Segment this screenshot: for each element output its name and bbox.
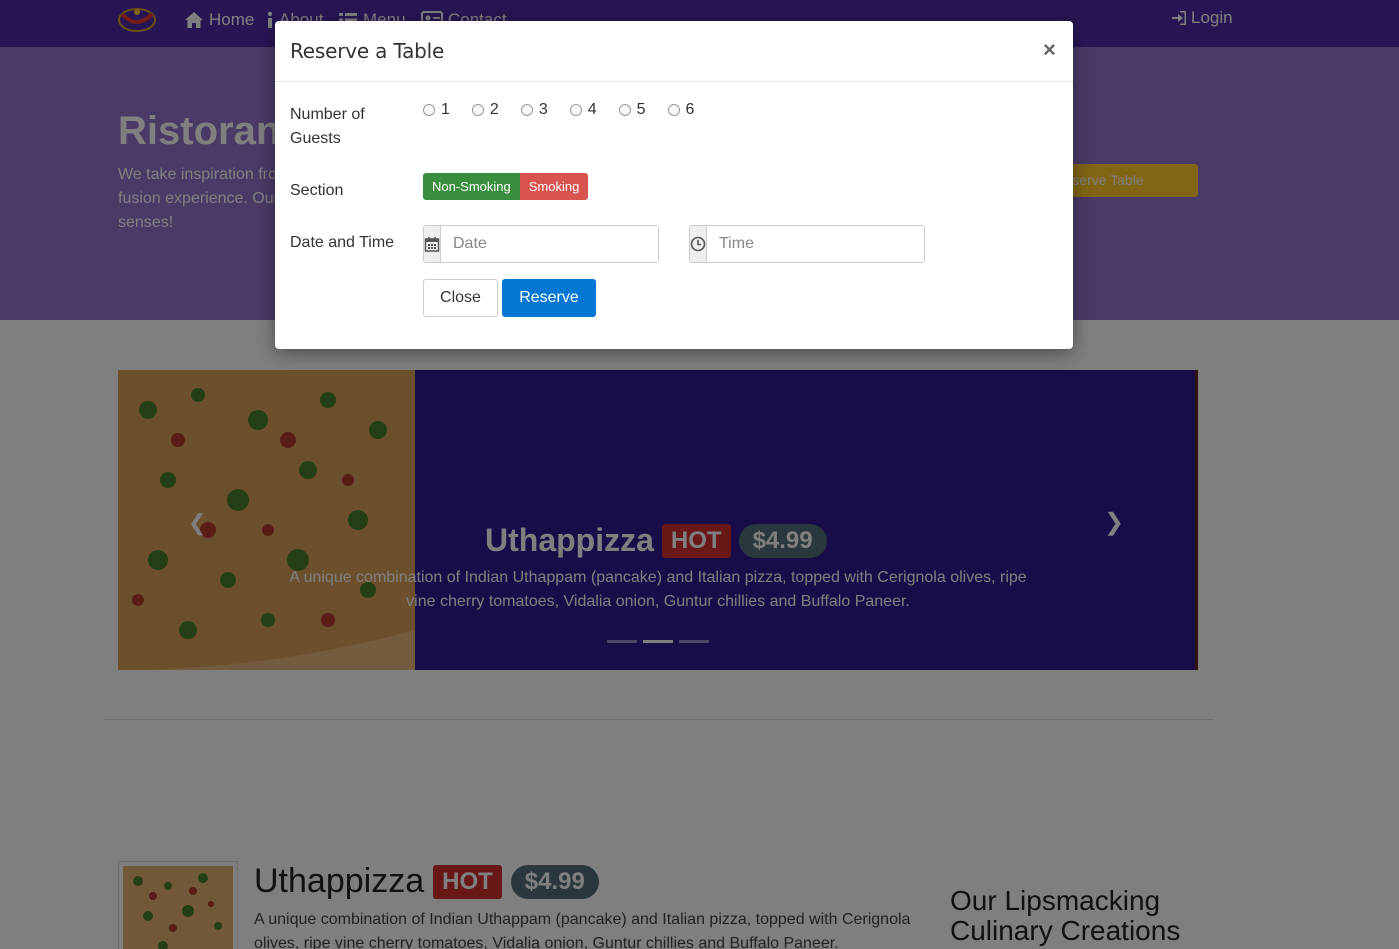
datetime-label: Date and Time [290, 234, 395, 251]
radio-circle[interactable] [423, 104, 435, 116]
close-button[interactable]: Close [423, 279, 498, 317]
close-icon[interactable]: × [1043, 37, 1056, 63]
radio-circle[interactable] [471, 104, 484, 116]
guest-option-label: 3 [538, 101, 548, 118]
radio-circle[interactable] [667, 104, 680, 116]
guest-radio-2[interactable]: 2 [471, 101, 499, 119]
guest-radio-3[interactable]: 3 [520, 101, 548, 119]
radio-circle[interactable] [618, 104, 631, 116]
time-input-group [689, 225, 925, 263]
guest-option-label: 5 [636, 101, 646, 118]
smoking-button[interactable]: Smoking [519, 173, 589, 200]
modal-title: Reserve a Table [290, 39, 445, 63]
non-smoking-button[interactable]: Non-Smoking [423, 173, 520, 200]
guests-label: Number of Guests [290, 106, 365, 147]
time-input[interactable] [707, 226, 924, 262]
modal-header: Reserve a Table × [275, 21, 1073, 82]
guest-radio-1[interactable]: 1 [423, 101, 450, 119]
section-label: Section [290, 182, 344, 199]
guest-radio-6[interactable]: 6 [667, 101, 695, 119]
reserve-table-modal: Reserve a Table × Number of Guests 1 2 3… [275, 21, 1073, 349]
guest-option-label: 1 [441, 101, 450, 118]
guest-radio-4[interactable]: 4 [569, 101, 597, 119]
date-input-group [423, 225, 659, 263]
guests-radio-group: 1 2 3 4 5 6 [423, 101, 716, 119]
radio-circle[interactable] [569, 104, 582, 116]
guest-option-label: 6 [685, 101, 695, 118]
guest-radio-5[interactable]: 5 [618, 101, 646, 119]
calendar-icon [424, 226, 441, 262]
reserve-button[interactable]: Reserve [502, 279, 596, 317]
clock-icon [690, 226, 707, 262]
guest-option-label: 4 [587, 101, 597, 118]
guest-option-label: 2 [489, 101, 499, 118]
date-input[interactable] [441, 226, 658, 262]
section-toggle-group: Non-Smoking Smoking [423, 173, 589, 200]
radio-circle[interactable] [520, 104, 533, 116]
